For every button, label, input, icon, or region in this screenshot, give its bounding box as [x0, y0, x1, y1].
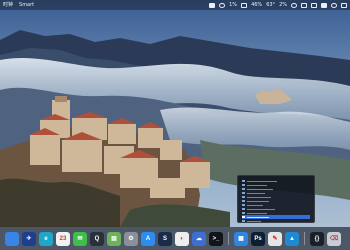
- wechat-icon[interactable]: ✉: [73, 231, 87, 246]
- compass-icon[interactable]: ◐: [175, 231, 189, 246]
- qq-icon[interactable]: Q: [90, 231, 104, 246]
- status-panel: [237, 175, 315, 223]
- wifi-icon[interactable]: [301, 2, 307, 8]
- status-text-4[interactable]: 2%: [279, 0, 287, 10]
- row-icon: [242, 204, 245, 206]
- settings-icon[interactable]: ⚙: [124, 231, 138, 246]
- photoshop-icon[interactable]: Ps: [251, 231, 265, 246]
- row-text: [247, 180, 277, 182]
- azure-icon[interactable]: ▲: [285, 231, 299, 246]
- steam-icon[interactable]: S: [158, 231, 172, 246]
- row-icon: [242, 208, 245, 210]
- status-text-3[interactable]: 63°: [266, 0, 275, 10]
- row-text: [247, 204, 263, 206]
- finder-icon[interactable]: [5, 231, 19, 246]
- app-name[interactable]: 时钟: [3, 0, 13, 10]
- row-icon: [242, 200, 245, 202]
- memory-status-icon[interactable]: [241, 2, 248, 8]
- notes-app-icon[interactable]: ✎: [268, 231, 282, 246]
- row-text: [247, 208, 275, 210]
- dock-separator: [304, 232, 305, 245]
- row-icon: [242, 184, 245, 186]
- trash-icon[interactable]: ⌫: [327, 231, 341, 246]
- appstore-icon[interactable]: A: [141, 231, 155, 246]
- panel-row[interactable]: [242, 219, 310, 223]
- launchpad-icon[interactable]: ✈: [22, 231, 36, 246]
- row-icon: [242, 216, 245, 218]
- image-app-icon[interactable]: ▤: [107, 231, 121, 246]
- row-text: [247, 200, 269, 202]
- windows-icon[interactable]: ▦: [234, 231, 248, 246]
- control-status-icon[interactable]: [219, 2, 226, 8]
- app-status-icon[interactable]: [209, 2, 216, 8]
- weather-icon[interactable]: ☁: [192, 231, 206, 246]
- code-icon[interactable]: {}: [310, 231, 324, 246]
- dock: ✈ e 23 ✉ Q ▤ ⚙ A S ◐ ☁ >_ ▦ Ps ✎ ▲ {} ⌫: [0, 227, 350, 250]
- row-text: [247, 216, 269, 218]
- status-text-2[interactable]: 46%: [251, 0, 262, 10]
- row-text: [247, 212, 267, 214]
- desktop: 时钟 Smart 1% 46% 63° 2% ✈ e 23 ✉ Q ▤ ⚙ A …: [0, 0, 350, 250]
- menu-bar: 时钟 Smart 1% 46% 63° 2%: [0, 0, 350, 10]
- row-text: [247, 220, 261, 222]
- row-icon: [242, 196, 245, 198]
- dock-separator: [228, 232, 229, 245]
- row-icon: [242, 188, 245, 190]
- clock-icon[interactable]: [291, 2, 297, 8]
- status-text-1[interactable]: 1%: [229, 0, 237, 10]
- row-icon: [242, 192, 245, 194]
- siri-icon[interactable]: [331, 2, 337, 8]
- display-icon[interactable]: [311, 2, 317, 8]
- row-text: [247, 196, 271, 198]
- row-icon: [242, 180, 245, 182]
- row-text: [247, 188, 273, 190]
- control-center-icon[interactable]: [341, 2, 347, 8]
- terminal-icon[interactable]: >_: [209, 231, 223, 246]
- row-icon: [242, 220, 245, 222]
- menu-item[interactable]: Smart: [19, 0, 34, 10]
- row-text: [247, 184, 267, 186]
- row-text: [247, 192, 265, 194]
- battery-icon[interactable]: [321, 2, 327, 8]
- calendar-icon[interactable]: 23: [56, 231, 70, 246]
- row-icon: [242, 212, 245, 214]
- edge-icon[interactable]: e: [39, 231, 53, 246]
